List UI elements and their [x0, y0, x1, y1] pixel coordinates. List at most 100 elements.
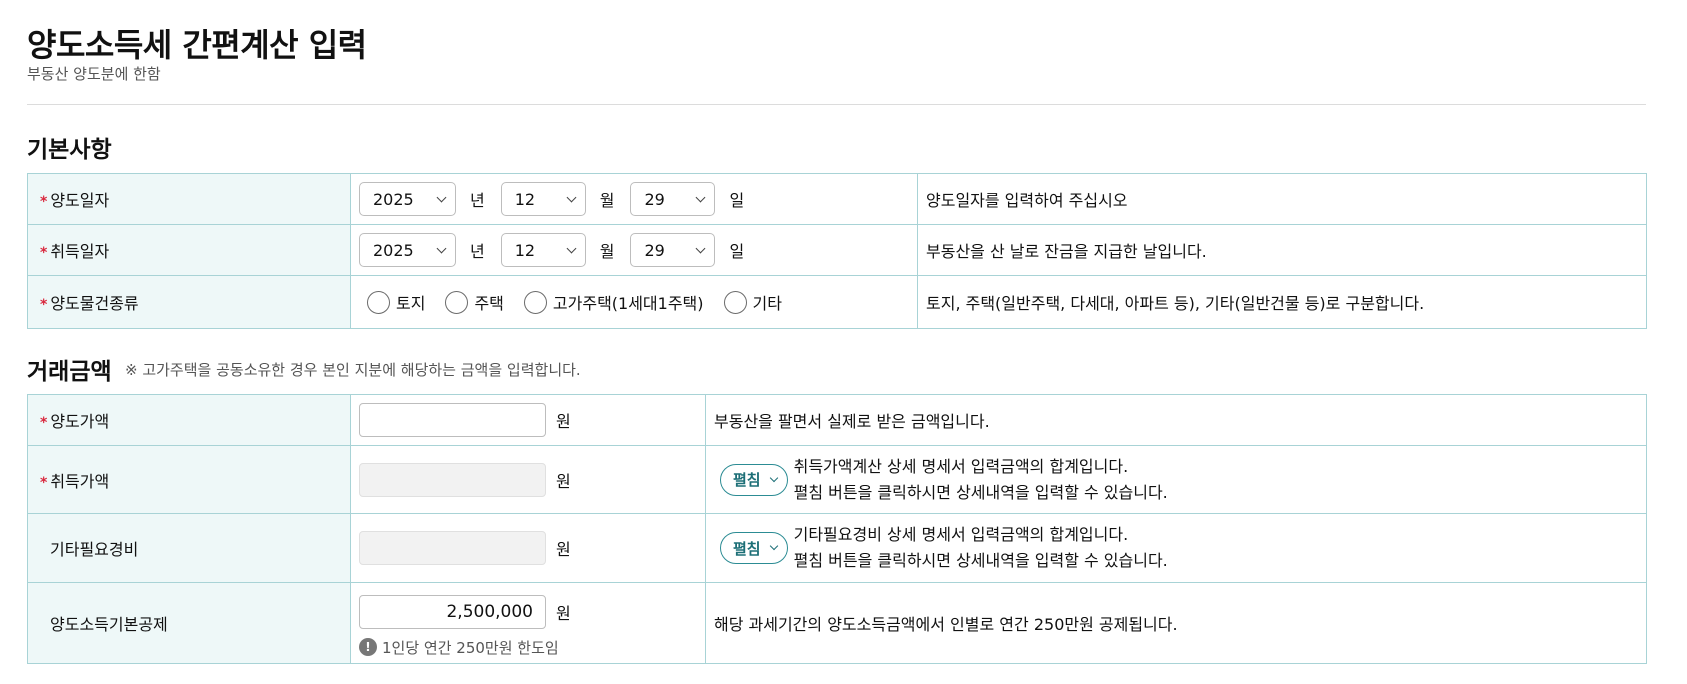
radio-circle-icon	[367, 290, 390, 314]
radio-house[interactable]: 주택	[445, 290, 504, 314]
currency-unit: 원	[556, 471, 571, 491]
header-divider	[27, 104, 1646, 105]
acquisition-year-select[interactable]: 2025	[359, 233, 456, 267]
acquisition-price-label: 취득가액	[50, 471, 110, 491]
section-note-amount: ※ 고가주택을 공동소유한 경우 본인 지분에 해당하는 금액을 입력합니다.	[125, 361, 581, 379]
input-cell: 2025 년 12 월 29 일	[350, 224, 918, 276]
radio-circle-icon	[445, 290, 469, 314]
month-unit: 월	[599, 191, 615, 210]
expand-label: 펼침	[733, 539, 761, 558]
select-value: 2025	[373, 189, 414, 209]
day-unit: 일	[729, 191, 745, 210]
chevron-down-icon	[769, 541, 778, 551]
acquisition-price-input	[359, 462, 546, 497]
input-cell: 토지 주택 고가주택(1세대1주택) 기타	[350, 275, 918, 329]
transfer-date-description: 양도일자를 입력하여 주십시오	[917, 173, 1647, 225]
radio-luxury-house[interactable]: 고가주택(1세대1주택)	[523, 290, 704, 314]
transfer-price-label: 양도가액	[50, 412, 110, 431]
acquisition-day-select[interactable]: 29	[630, 233, 716, 267]
year-unit: 년	[470, 191, 485, 210]
other-expenses-description: 기타필요경비 상세 명세서 입력금액의 합계입니다. 펼침 버튼을 클릭하시면 상…	[794, 522, 1168, 574]
select-value: 12	[514, 189, 536, 209]
acquisition-date-label: 취득일자	[50, 242, 110, 261]
label-cell: * 양도물건종류	[27, 275, 351, 329]
input-cell: 2025 년 12 월 29 일	[350, 173, 918, 225]
desc-cell: 펼침 기타필요경비 상세 명세서 입력금액의 합계입니다. 펼침 버튼을 클릭하시면…	[705, 513, 1647, 583]
required-mark: *	[40, 245, 48, 261]
row-other-expenses: 기타필요경비 원 펼침 기타필요경비 상세 명세서 입력금액의 합계입니다. 펼침 …	[27, 513, 1647, 583]
select-value: 29	[644, 240, 665, 260]
input-cell: 원	[350, 445, 706, 514]
chevron-down-icon	[696, 192, 706, 202]
acquisition-price-description: 취득가액계산 상세 명세서 입력금액의 합계입니다. 펼침 버튼을 클릭하시면 상…	[794, 454, 1168, 506]
property-type-description: 토지, 주택(일반주택, 다세대, 아파트 등), 기타(일반건물 등)로 구분…	[917, 275, 1647, 329]
info-icon: !	[359, 638, 377, 656]
description-line: 취득가액계산 상세 명세서 입력금액의 합계입니다.	[793, 456, 1129, 476]
description-line: 펼침 버튼을 클릭하시면 상세내역을 입력할 수 있습니다.	[793, 551, 1168, 570]
required-mark: *	[40, 415, 48, 431]
input-cell: 2,500,000 원 ! 1인당 연간 250만원 한도임	[350, 582, 706, 664]
chevron-down-icon	[769, 473, 778, 482]
chevron-down-icon	[436, 243, 447, 253]
transfer-price-input[interactable]	[359, 403, 546, 437]
input-cell: 원	[350, 394, 706, 446]
transfer-month-select[interactable]: 12	[500, 182, 586, 216]
description-line: 기타필요경비 상세 명세서 입력금액의 합계입니다.	[793, 525, 1129, 544]
month-unit: 월	[599, 242, 615, 261]
section-title-basic: 기본사항	[27, 137, 112, 163]
input-cell: 원	[350, 513, 706, 583]
other-expenses-input	[359, 531, 546, 565]
row-acquisition-price: * 취득가액 원 펼침 취득가액계산 상세 명세서 입력금액의 합계입니다. 펼침 버…	[27, 445, 1647, 514]
hint-text: 1인당 연간 250만원 한도임	[382, 638, 559, 657]
page-title: 양도소득세 간편계산 입력	[27, 26, 367, 64]
section-title-amount: 거래금액	[27, 359, 112, 385]
radio-land[interactable]: 토지	[367, 290, 425, 314]
transfer-year-select[interactable]: 2025	[359, 182, 456, 216]
label-cell: * 취득일자	[27, 224, 351, 276]
acquisition-date-description: 부동산을 산 날로 잔금을 지급한 날입니다.	[917, 224, 1647, 276]
transfer-date-label: 양도일자	[50, 191, 110, 210]
other-expenses-expand-button[interactable]: 펼침	[720, 532, 788, 564]
chevron-down-icon	[566, 243, 577, 253]
currency-unit: 원	[556, 603, 571, 623]
acquisition-month-select[interactable]: 12	[500, 233, 586, 267]
row-basic-deduction: 양도소득기본공제 2,500,000 원 ! 1인당 연간 250만원 한도임 해당…	[27, 582, 1647, 664]
radio-label: 토지	[396, 294, 426, 313]
row-property-type: * 양도물건종류 토지 주택 고가주택(1세대1주택) 기타 토지, 주택(일반주택, …	[27, 275, 1647, 329]
radio-label: 주택	[474, 294, 504, 313]
radio-other[interactable]: 기타	[723, 290, 782, 314]
required-mark: *	[40, 474, 48, 491]
row-acquisition-date: * 취득일자 2025 년 12 월 29 일 부동산을 산 날로 잔금을 지급한 날입니다…	[27, 224, 1647, 276]
transfer-day-select[interactable]: 29	[630, 182, 716, 216]
day-unit: 일	[729, 242, 745, 261]
property-type-label: 양도물건종류	[50, 294, 139, 313]
transfer-price-description: 부동산을 팔면서 실제로 받은 금액입니다.	[705, 394, 1647, 446]
label-cell: * 양도일자	[27, 173, 351, 225]
radio-circle-icon	[523, 290, 547, 314]
currency-unit: 원	[556, 540, 571, 559]
select-value: 2025	[373, 240, 414, 260]
acquisition-expand-button[interactable]: 펼침	[720, 463, 788, 496]
radio-label: 고가주택(1세대1주택)	[552, 294, 704, 313]
label-cell: * 취득가액	[27, 445, 351, 514]
select-value: 29	[644, 189, 665, 209]
required-mark: *	[40, 194, 48, 210]
currency-unit: 원	[556, 412, 571, 431]
basic-deduction-hint: ! 1인당 연간 250만원 한도임	[359, 637, 705, 658]
expand-label: 펼침	[733, 471, 761, 489]
amount-table: * 양도가액 원 부동산을 팔면서 실제로 받은 금액입니다. * 취득가액 원 펼…	[27, 394, 1647, 664]
radio-circle-icon	[723, 290, 747, 314]
row-transfer-price: * 양도가액 원 부동산을 팔면서 실제로 받은 금액입니다.	[27, 394, 1647, 446]
basic-deduction-input[interactable]: 2,500,000	[359, 594, 546, 629]
label-cell: * 양도가액	[27, 394, 351, 446]
desc-cell: 펼침 취득가액계산 상세 명세서 입력금액의 합계입니다. 펼침 버튼을 클릭하시면…	[705, 445, 1647, 514]
year-unit: 년	[470, 242, 485, 261]
required-mark: *	[40, 297, 48, 313]
basic-info-table: * 양도일자 2025 년 12 월 29 일 양도일자를 입력하여 주십시오 * 취득일자 …	[27, 173, 1647, 329]
basic-deduction-label: 양도소득기본공제	[27, 582, 351, 664]
chevron-down-icon	[436, 192, 447, 202]
chevron-down-icon	[696, 243, 706, 253]
other-expenses-label: 기타필요경비	[27, 513, 351, 583]
chevron-down-icon	[566, 192, 577, 202]
radio-label: 기타	[752, 294, 782, 313]
